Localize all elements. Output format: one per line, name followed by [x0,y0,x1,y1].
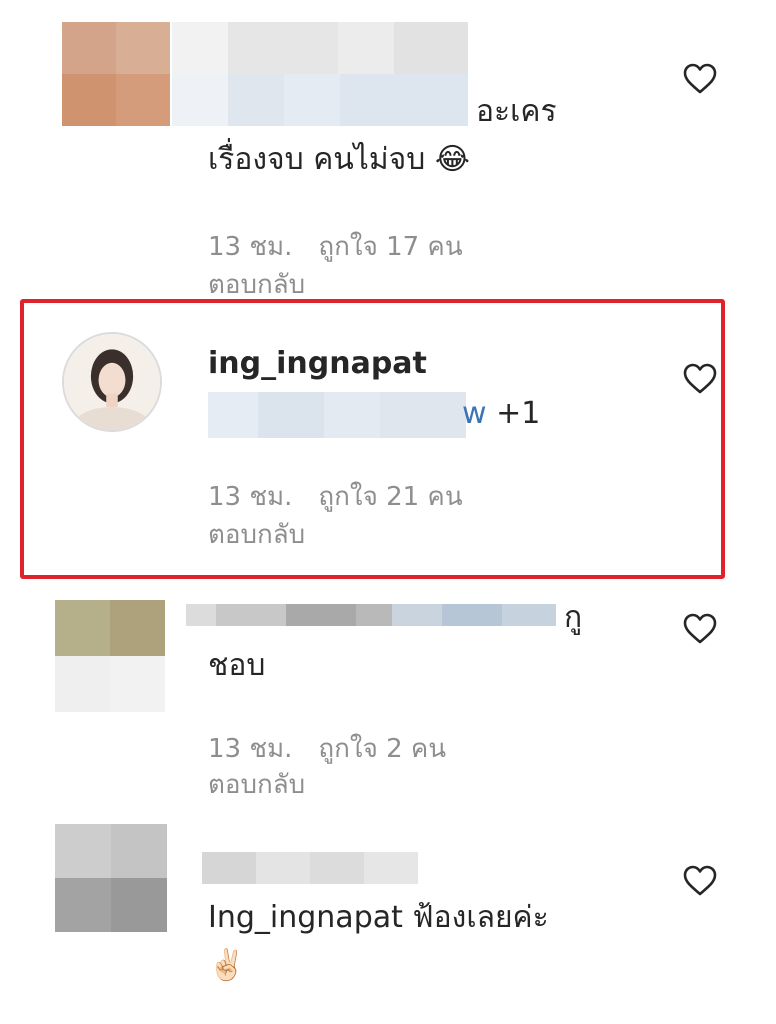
avatar-portrait-icon [64,334,160,430]
comment-meta: 13 ชม. ถูกใจ 17 คน [208,232,463,262]
username-censored[interactable] [172,22,468,126]
reply-button[interactable]: ตอบกลับ [208,270,305,300]
comment-text-line2: ชอบ [208,648,266,683]
username-censored[interactable] [186,604,556,626]
like-heart-icon[interactable] [683,363,717,395]
timestamp: 13 ชม. [208,232,293,262]
victory-hand-emoji-icon: ✌🏻 [208,948,246,983]
like-count[interactable]: ถูกใจ 2 คน [318,734,446,764]
reply-button[interactable]: ตอบกลับ [208,520,305,550]
plus-more-mentions[interactable]: +1 [496,396,540,431]
mention-censored[interactable] [208,392,466,438]
avatar-censored[interactable] [55,824,167,932]
comment-meta: 13 ชม. ถูกใจ 2 คน [208,734,446,764]
timestamp: 13 ชม. [208,482,293,512]
comment-text-end: อะเคร [476,94,557,129]
like-heart-icon[interactable] [683,613,717,645]
avatar[interactable] [62,332,162,432]
laughing-emoji-icon: 😂 [434,142,470,177]
like-count[interactable]: ถูกใจ 21 คน [318,482,462,512]
username-censored[interactable] [202,852,418,884]
avatar-censored[interactable] [62,22,170,126]
comment-username[interactable]: ing_ingnapat [208,346,427,382]
like-heart-icon[interactable] [683,865,717,897]
reply-button[interactable]: ตอบกลับ [208,770,305,800]
like-heart-icon[interactable] [683,63,717,95]
like-count[interactable]: ถูกใจ 17 คน [318,232,462,262]
comment-text-end: กู [564,600,583,635]
comment-text-line2: เรื่องจบ คนไม่จบ 😂 [208,142,470,178]
mention-text-end[interactable]: w [462,396,487,431]
comment-meta: 13 ชม. ถูกใจ 21 คน [208,482,463,512]
mention-line: w +1 [462,396,540,432]
timestamp: 13 ชม. [208,734,293,764]
comment-text: เรื่องจบ คนไม่จบ [208,142,426,177]
avatar-censored[interactable] [55,600,165,712]
comment-text: Ing_ingnapat ฟ้องเลยค่ะ [208,900,549,935]
